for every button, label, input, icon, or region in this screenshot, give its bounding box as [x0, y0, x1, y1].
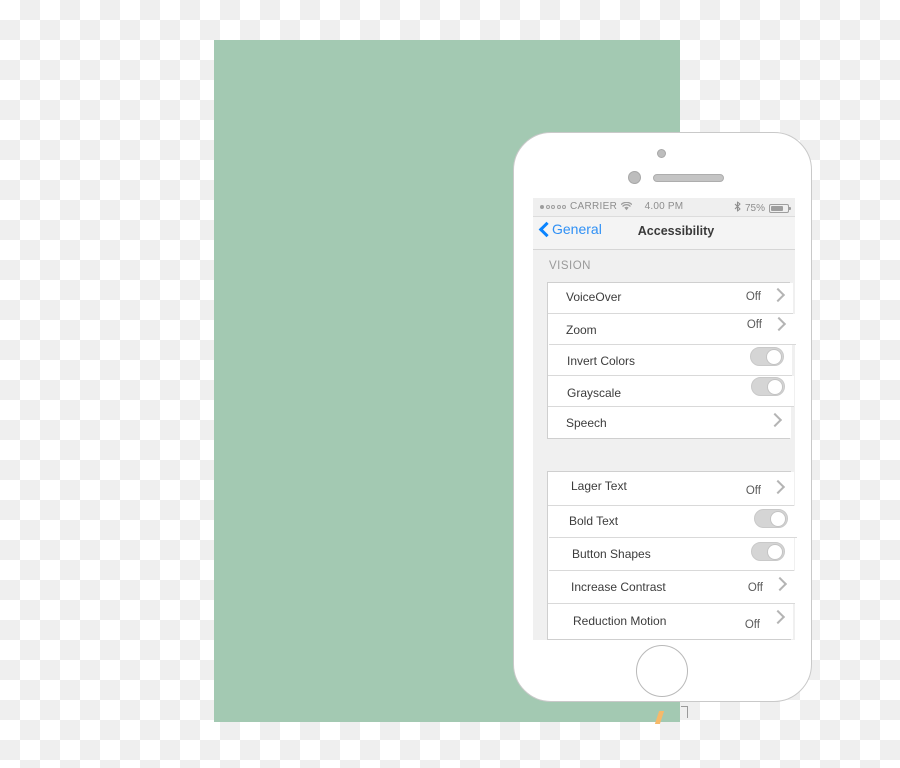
table-row[interactable]: VoiceOver Off	[548, 283, 793, 314]
table-row[interactable]: Invert Colors	[548, 345, 792, 376]
chevron-right-icon	[769, 413, 782, 426]
row-label: Zoom	[566, 323, 597, 337]
row-label: Speech	[566, 416, 607, 430]
row-value: Off	[745, 291, 761, 303]
chevron-right-icon	[772, 480, 785, 493]
settings-group-text: Lager Text Off Bold Text Button Shapes I…	[547, 471, 797, 640]
iphone-mockup: CARRIER 4.00 PM 75% General Accessibilit…	[513, 132, 812, 702]
battery-percent-label: 75%	[744, 202, 765, 214]
row-value: Off	[747, 582, 763, 594]
settings-list: VISION VoiceOver Off Zoom Off Invert Col…	[533, 250, 797, 640]
row-value: Off	[744, 619, 760, 631]
toggle-switch[interactable]	[754, 509, 788, 528]
table-row[interactable]: Grayscale	[548, 376, 794, 407]
toggle-switch[interactable]	[751, 542, 785, 561]
chevron-right-icon	[772, 288, 785, 301]
table-row[interactable]: Speech	[548, 407, 791, 438]
table-row[interactable]: Lager Text Off	[548, 472, 794, 506]
row-value: Off	[746, 319, 762, 331]
chevron-right-icon	[773, 317, 786, 330]
table-row[interactable]: Zoom Off	[549, 314, 796, 345]
section-header-vision: VISION	[533, 250, 795, 282]
table-row[interactable]: Button Shapes	[549, 538, 794, 571]
table-row[interactable]: Increase Contrast Off	[548, 571, 795, 604]
phone-screen: CARRIER 4.00 PM 75% General Accessibilit…	[533, 198, 797, 640]
status-bar-right: 75%	[734, 201, 791, 215]
row-label: Lager Text	[571, 479, 627, 493]
row-label: VoiceOver	[566, 290, 622, 304]
navigation-bar: General Accessibility	[533, 217, 795, 250]
camera-dot-icon	[657, 149, 666, 158]
battery-icon	[769, 203, 791, 213]
home-button[interactable]	[636, 645, 688, 697]
chevron-right-icon	[774, 577, 787, 590]
table-row[interactable]: Reduction Motion Off	[548, 604, 793, 639]
row-label: Button Shapes	[572, 547, 651, 561]
earpiece-speaker-icon	[653, 174, 724, 182]
row-value: Off	[745, 485, 761, 497]
toggle-switch[interactable]	[751, 377, 785, 396]
chevron-right-icon	[772, 610, 785, 623]
settings-group-vision: VoiceOver Off Zoom Off Invert Colors Gra…	[547, 282, 796, 439]
table-row[interactable]: Bold Text	[549, 506, 797, 538]
grey-corner-artifact-mark	[681, 706, 688, 718]
status-bar: CARRIER 4.00 PM 75%	[533, 198, 795, 217]
page-title: Accessibility	[637, 224, 715, 238]
proximity-sensor-icon	[628, 171, 641, 184]
row-label: Grayscale	[567, 386, 622, 400]
bluetooth-icon	[734, 201, 741, 215]
row-label: Reduction Motion	[573, 614, 667, 628]
row-label: Increase Contrast	[571, 580, 666, 594]
green-backdrop: CARRIER 4.00 PM 75% General Accessibilit…	[214, 40, 812, 722]
row-label: Bold Text	[569, 514, 619, 528]
row-label: Invert Colors	[567, 354, 636, 368]
toggle-switch[interactable]	[750, 347, 784, 366]
